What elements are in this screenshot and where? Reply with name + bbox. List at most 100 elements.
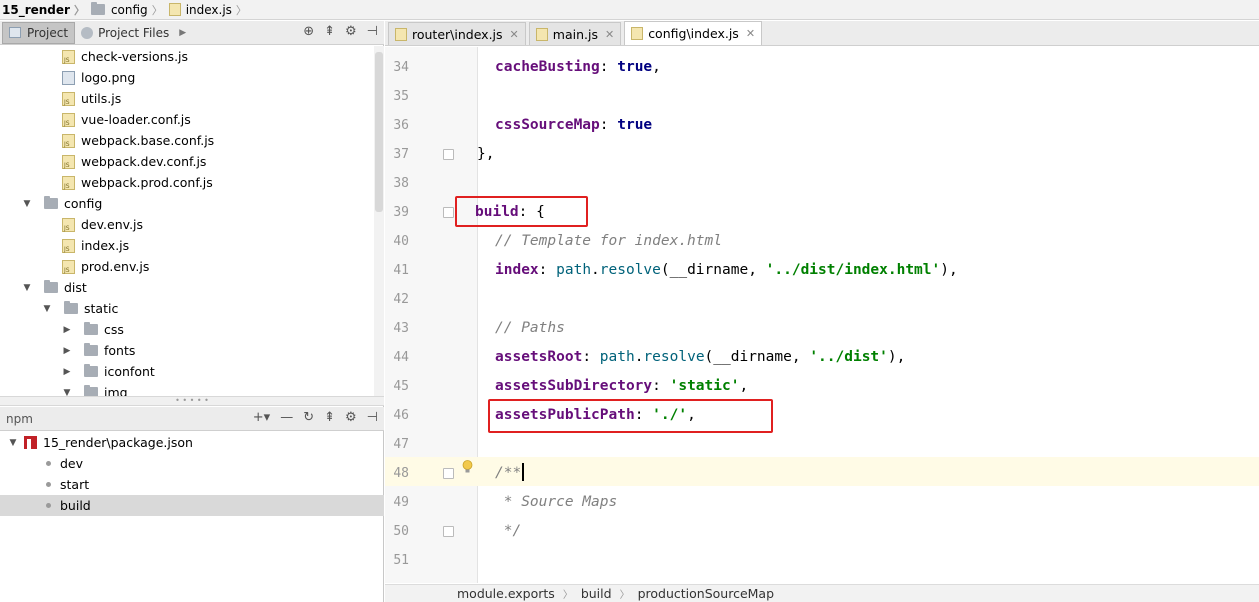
- project-toolbar: Project Project Files ▶ ⊕ ⇞ ⚙ ⊣: [0, 21, 384, 45]
- lightbulb-icon[interactable]: [462, 460, 473, 475]
- collapse-icon[interactable]: ⇞: [324, 410, 335, 425]
- js-file-icon: JS: [62, 217, 75, 232]
- tab-config-index[interactable]: config\index.js ✕: [624, 21, 763, 45]
- hide-icon[interactable]: ⊣: [367, 24, 378, 39]
- folder-icon: [84, 364, 98, 377]
- js-file-icon: JS: [62, 112, 75, 127]
- line-number: 47: [393, 437, 409, 452]
- fold-marker-icon[interactable]: [443, 207, 454, 218]
- folder-icon: [84, 343, 98, 356]
- tree-item-check-versions[interactable]: JS check-versions.js: [0, 46, 188, 67]
- tree-item-img[interactable]: ▼ img: [0, 382, 128, 396]
- breadcrumb-production-source-map[interactable]: productionSourceMap: [638, 586, 774, 601]
- close-icon[interactable]: ✕: [510, 28, 519, 41]
- breadcrumb-project[interactable]: 15_render 〉: [0, 0, 89, 20]
- line-number: 39: [393, 205, 409, 220]
- target-icon[interactable]: ⊕: [303, 24, 314, 39]
- code-line-50: */: [495, 523, 522, 539]
- scrollbar-thumb[interactable]: [375, 52, 383, 212]
- line-number: 45: [393, 379, 409, 394]
- tree-item-config[interactable]: ▼ config: [0, 193, 102, 214]
- breadcrumb-build[interactable]: build: [581, 586, 612, 601]
- refresh-icon[interactable]: ↻: [303, 410, 314, 425]
- panel-splitter[interactable]: • • • • •: [0, 396, 384, 406]
- tab-project-files[interactable]: Project Files ▶: [75, 22, 192, 44]
- tab-main[interactable]: main.js ✕: [528, 22, 622, 45]
- chevron-down-icon[interactable]: ▼: [20, 199, 34, 209]
- js-file-icon: [631, 27, 644, 40]
- tree-item-dev-env[interactable]: JS dev.env.js: [0, 214, 143, 235]
- line-number: 49: [393, 495, 409, 510]
- folder-icon: [84, 322, 98, 335]
- line-number: 48: [393, 466, 409, 481]
- npm-script-start[interactable]: start: [0, 474, 384, 495]
- editor-breadcrumb: module.exports 〉 build 〉 productionSourc…: [385, 584, 1259, 602]
- gear-icon[interactable]: ⚙: [345, 410, 357, 425]
- fold-marker-icon[interactable]: [443, 149, 454, 160]
- folder-icon: [44, 196, 58, 209]
- chevron-right-icon: 〉: [562, 590, 573, 601]
- tree-item-logo[interactable]: logo.png: [0, 67, 135, 88]
- code-line-40: // Template for index.html: [495, 233, 722, 249]
- chevron-down-icon[interactable]: ▼: [60, 388, 74, 397]
- tree-item-index[interactable]: JS index.js: [0, 235, 129, 256]
- tree-item-fonts[interactable]: ▶ fonts: [0, 340, 135, 361]
- npm-script-dev[interactable]: dev: [0, 453, 384, 474]
- collapse-icon[interactable]: ⇞: [324, 24, 335, 39]
- tree-item-static[interactable]: ▼ static: [0, 298, 118, 319]
- line-number: 41: [393, 263, 409, 278]
- tree-item-webpack-prod-conf[interactable]: JS webpack.prod.conf.js: [0, 172, 213, 193]
- line-number: 51: [393, 553, 409, 568]
- npm-script-build[interactable]: build: [0, 495, 384, 516]
- line-number: 36: [393, 118, 409, 133]
- folder-icon: [84, 385, 98, 396]
- npm-tools: +▾ — ↻ ⇞ ⚙ ⊣: [253, 410, 378, 425]
- tab-project[interactable]: Project: [2, 21, 76, 44]
- add-icon[interactable]: +▾: [253, 410, 270, 425]
- minus-icon[interactable]: —: [280, 410, 293, 425]
- tree-item-prod-env[interactable]: JS prod.env.js: [0, 256, 149, 277]
- chevron-down-icon[interactable]: ▼: [40, 304, 54, 314]
- fold-marker-icon[interactable]: [443, 526, 454, 537]
- gear-icon[interactable]: ⚙: [345, 24, 357, 39]
- js-file-icon: JS: [62, 154, 75, 169]
- npm-package-item[interactable]: ▼ 15_render\package.json: [0, 432, 384, 453]
- tree-item-webpack-base-conf[interactable]: JS webpack.base.conf.js: [0, 130, 214, 151]
- chevron-right-icon: 〉: [619, 590, 630, 601]
- tree-item-utils[interactable]: JS utils.js: [0, 88, 121, 109]
- project-icon: [9, 27, 21, 38]
- close-icon[interactable]: ✕: [605, 28, 614, 41]
- code-line-49: * Source Maps: [495, 494, 618, 510]
- panel-tools: ⊕ ⇞ ⚙ ⊣: [303, 24, 378, 39]
- script-bullet-icon: [46, 461, 51, 466]
- tree-item-webpack-dev-conf[interactable]: JS webpack.dev.conf.js: [0, 151, 206, 172]
- triangle-right-icon[interactable]: ▶: [179, 28, 186, 38]
- chevron-right-icon[interactable]: ▶: [60, 346, 74, 356]
- chevron-right-icon[interactable]: ▶: [60, 367, 74, 377]
- line-number: 50: [393, 524, 409, 539]
- chevron-down-icon[interactable]: ▼: [6, 438, 20, 448]
- tree-scrollbar[interactable]: [374, 46, 384, 396]
- tree-item-iconfont[interactable]: ▶ iconfont: [0, 361, 155, 382]
- project-tree: JS check-versions.js logo.png JS utils.js …: [0, 46, 374, 396]
- breadcrumb-file[interactable]: index.js 〉: [167, 0, 251, 20]
- tab-router-index[interactable]: router\index.js ✕: [388, 22, 526, 45]
- breadcrumb-config[interactable]: config 〉: [89, 0, 167, 20]
- js-file-icon: JS: [62, 238, 75, 253]
- tree-item-dist[interactable]: ▼ dist: [0, 277, 87, 298]
- fold-marker-icon[interactable]: [443, 468, 454, 479]
- js-file-icon: [535, 27, 548, 41]
- line-number: 38: [393, 176, 409, 191]
- code-line-41: index: path.resolve(__dirname, '../dist/…: [495, 262, 958, 278]
- breadcrumb-module-exports[interactable]: module.exports: [457, 586, 555, 601]
- tree-item-css[interactable]: ▶ css: [0, 319, 124, 340]
- script-bullet-icon: [46, 482, 51, 487]
- chevron-down-icon[interactable]: ▼: [20, 283, 34, 293]
- editor-tabs: router\index.js ✕ main.js ✕ config\index.j…: [385, 21, 1259, 46]
- tree-item-vue-loader-conf[interactable]: JS vue-loader.conf.js: [0, 109, 191, 130]
- code-line-36: cssSourceMap: true: [495, 117, 653, 133]
- hide-icon[interactable]: ⊣: [367, 410, 378, 425]
- close-icon[interactable]: ✕: [746, 27, 755, 40]
- npm-icon: [24, 436, 37, 449]
- chevron-right-icon[interactable]: ▶: [60, 325, 74, 335]
